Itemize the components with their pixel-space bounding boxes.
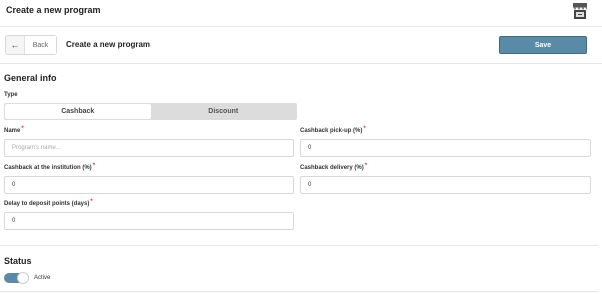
required-marker: * bbox=[90, 199, 93, 205]
cashback-institution-label: Cashback at the institution (%)* bbox=[4, 163, 96, 171]
required-marker: * bbox=[92, 163, 96, 169]
name-label-text: Name bbox=[4, 128, 21, 134]
name-input[interactable]: Program's name... bbox=[4, 139, 294, 157]
section-divider bbox=[0, 245, 598, 246]
cashback-pickup-label: Cashback pick-up (%)* bbox=[300, 126, 366, 134]
active-toggle-label: Active bbox=[34, 275, 51, 281]
action-bar: ← Back Create a new program Save bbox=[0, 27, 602, 64]
delay-deposit-label-text: Delay to deposit points (days) bbox=[4, 201, 90, 207]
cashback-institution-label-text: Cashback at the institution (%) bbox=[4, 165, 92, 171]
general-info-title: General info bbox=[4, 73, 57, 83]
name-label: Name* bbox=[4, 126, 24, 134]
type-option-discount[interactable]: Discount bbox=[151, 104, 297, 119]
delay-deposit-input[interactable]: 0 bbox=[4, 212, 294, 230]
toggle-knob bbox=[17, 272, 29, 284]
status-title: Status bbox=[4, 256, 32, 266]
cashback-delivery-label: Cashback delivery (%)* bbox=[300, 163, 368, 171]
store-icon[interactable] bbox=[572, 2, 588, 20]
page-title: Create a new program bbox=[66, 40, 151, 49]
window-title: Create a new program bbox=[6, 5, 101, 15]
type-label: Type bbox=[4, 92, 18, 98]
top-bar: Create a new program bbox=[0, 0, 602, 27]
type-option-cashback[interactable]: Cashback bbox=[5, 104, 151, 119]
bottom-divider bbox=[0, 291, 598, 292]
arrow-left-icon: ← bbox=[10, 40, 20, 50]
back-label: Back bbox=[24, 36, 56, 54]
required-marker: * bbox=[21, 126, 24, 132]
delay-deposit-label: Delay to deposit points (days)* bbox=[4, 199, 93, 207]
required-marker: * bbox=[364, 163, 368, 169]
cashback-pickup-input[interactable]: 0 bbox=[300, 139, 591, 157]
back-button[interactable]: ← Back bbox=[5, 35, 57, 55]
active-toggle[interactable] bbox=[4, 272, 29, 284]
cashback-delivery-label-text: Cashback delivery (%) bbox=[300, 165, 364, 171]
cashback-institution-input[interactable]: 0 bbox=[4, 176, 294, 194]
required-marker: * bbox=[363, 126, 366, 132]
save-button[interactable]: Save bbox=[499, 36, 587, 54]
cashback-delivery-input[interactable]: 0 bbox=[300, 176, 591, 194]
program-type-selector: Cashback Discount bbox=[4, 103, 297, 120]
cashback-pickup-label-text: Cashback pick-up (%) bbox=[300, 128, 363, 134]
